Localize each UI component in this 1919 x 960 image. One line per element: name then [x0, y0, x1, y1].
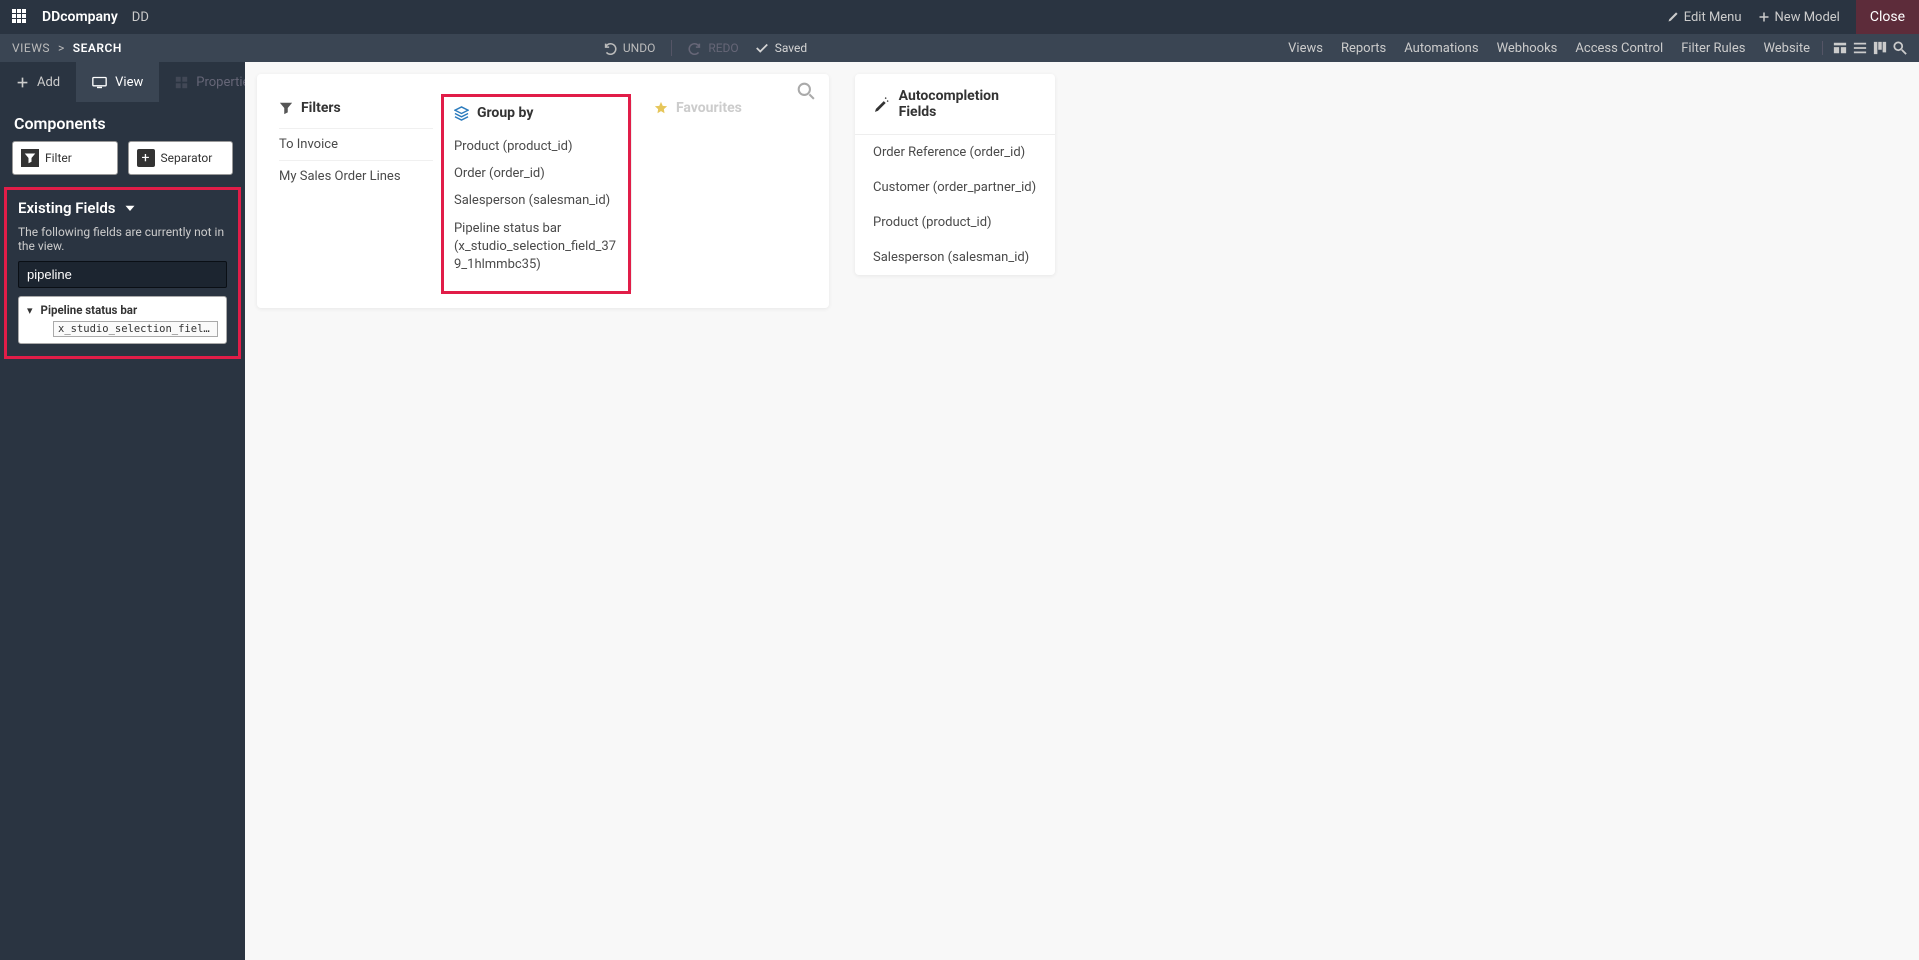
- favourites-column: Favourites: [631, 100, 807, 290]
- groupby-title: Group by: [477, 105, 533, 121]
- plus-icon: +: [137, 149, 155, 167]
- kanban-view-icon[interactable]: [1873, 41, 1887, 55]
- autocompletion-title: Autocompletion Fields: [899, 88, 1037, 120]
- groupby-item[interactable]: Pipeline status bar (x_studio_selection_…: [454, 214, 618, 281]
- autocomp-item[interactable]: Salesperson (salesman_id): [855, 240, 1055, 275]
- topbar: DDcompany DD Edit Menu New Model Close: [0, 0, 1919, 34]
- wand-icon: [873, 96, 889, 112]
- groupby-column: Group by Product (product_id) Order (ord…: [455, 100, 631, 290]
- undo-button[interactable]: UNDO: [603, 41, 655, 55]
- edit-menu-label: Edit Menu: [1684, 10, 1742, 25]
- existing-fields-highlight: Existing Fields The following fields are…: [4, 187, 241, 359]
- search-view-icon[interactable]: [1893, 41, 1907, 55]
- groupby-highlight: Group by Product (product_id) Order (ord…: [441, 94, 631, 294]
- subnav: Views Reports Automations Webhooks Acces…: [1288, 41, 1810, 56]
- funnel-icon: [21, 149, 39, 167]
- selection-icon: ▾: [27, 304, 33, 317]
- search-icon[interactable]: [797, 82, 815, 100]
- separator: [671, 40, 672, 56]
- nav-webhooks[interactable]: Webhooks: [1497, 41, 1558, 56]
- add-separator-label: Separator: [161, 151, 213, 165]
- saved-indicator: Saved: [755, 41, 807, 55]
- subbar: VIEWS > SEARCH UNDO REDO Saved Views Rep…: [0, 34, 1919, 62]
- close-button[interactable]: Close: [1856, 0, 1919, 34]
- star-icon: [654, 101, 668, 115]
- grid-icon: [175, 76, 188, 89]
- autocomp-item[interactable]: Customer (order_partner_id): [855, 170, 1055, 205]
- add-filter-button[interactable]: Filter: [12, 141, 118, 175]
- nav-reports[interactable]: Reports: [1341, 41, 1386, 56]
- tab-add[interactable]: Add: [0, 62, 76, 102]
- autocomp-item[interactable]: Order Reference (order_id): [855, 135, 1055, 170]
- saved-label: Saved: [775, 41, 807, 55]
- nav-website[interactable]: Website: [1763, 41, 1810, 56]
- undo-label: UNDO: [623, 41, 655, 55]
- add-filter-label: Filter: [45, 151, 72, 165]
- breadcrumb: VIEWS > SEARCH: [12, 41, 122, 55]
- tab-view-label: View: [115, 75, 143, 90]
- nav-access-control[interactable]: Access Control: [1575, 41, 1663, 56]
- existing-fields-label: Existing Fields: [18, 199, 116, 217]
- existing-fields-search[interactable]: [18, 261, 227, 288]
- plus-icon: [16, 76, 29, 89]
- groupby-item[interactable]: Order (order_id): [454, 160, 618, 187]
- edit-menu-button[interactable]: Edit Menu: [1659, 0, 1750, 34]
- new-model-label: New Model: [1775, 10, 1840, 25]
- check-icon: [755, 41, 769, 55]
- layers-icon: [454, 106, 469, 121]
- new-model-button[interactable]: New Model: [1750, 0, 1848, 34]
- autocompletion-card: Autocompletion Fields Order Reference (o…: [855, 74, 1055, 275]
- existing-fields-desc: The following fields are currently not i…: [18, 217, 227, 261]
- search-view-card: Filters To Invoice My Sales Order Lines …: [257, 74, 829, 308]
- list-view-icon[interactable]: [1853, 41, 1867, 55]
- existing-fields-toggle[interactable]: Existing Fields: [18, 199, 227, 217]
- groupby-item[interactable]: Product (product_id): [454, 133, 618, 160]
- field-technical-name: x_studio_selection_field_379_1h…: [53, 321, 218, 337]
- caret-down-icon: [124, 202, 136, 214]
- add-separator-button[interactable]: + Separator: [128, 141, 234, 175]
- db-name: DD: [132, 10, 149, 25]
- redo-icon: [688, 41, 702, 55]
- tab-view[interactable]: View: [76, 62, 159, 102]
- nav-filter-rules[interactable]: Filter Rules: [1681, 41, 1745, 56]
- field-label: Pipeline status bar: [41, 303, 138, 317]
- funnel-icon: [279, 101, 293, 115]
- company-name[interactable]: DDcompany: [42, 9, 118, 25]
- tab-add-label: Add: [37, 75, 60, 90]
- view-mode-icons: [1822, 41, 1907, 55]
- autocomp-item[interactable]: Product (product_id): [855, 205, 1055, 240]
- filters-column: Filters To Invoice My Sales Order Lines: [279, 100, 455, 290]
- favourites-title: Favourites: [676, 100, 742, 116]
- nav-automations[interactable]: Automations: [1404, 41, 1478, 56]
- filter-item[interactable]: My Sales Order Lines: [279, 160, 433, 192]
- filters-title: Filters: [301, 100, 341, 116]
- content-area: Filters To Invoice My Sales Order Lines …: [245, 62, 1919, 960]
- editor-tabs: Add View Properties: [0, 62, 245, 102]
- filter-item[interactable]: To Invoice: [279, 128, 433, 160]
- screen-icon: [92, 76, 107, 89]
- pencil-icon: [1667, 11, 1679, 23]
- groupby-item[interactable]: Salesperson (salesman_id): [454, 187, 618, 214]
- form-view-icon[interactable]: [1833, 41, 1847, 55]
- redo-button: REDO: [688, 41, 738, 55]
- breadcrumb-search: SEARCH: [73, 41, 122, 55]
- undo-icon: [603, 41, 617, 55]
- nav-views[interactable]: Views: [1288, 41, 1323, 56]
- plus-icon: [1758, 11, 1770, 23]
- sidebar: Add View Properties Components Filter + …: [0, 62, 245, 960]
- field-pipeline-status-bar[interactable]: ▾ Pipeline status bar x_studio_selection…: [18, 296, 227, 344]
- apps-icon[interactable]: [12, 9, 28, 25]
- redo-label: REDO: [708, 41, 738, 55]
- components-title: Components: [0, 102, 245, 141]
- breadcrumb-views[interactable]: VIEWS: [12, 41, 50, 55]
